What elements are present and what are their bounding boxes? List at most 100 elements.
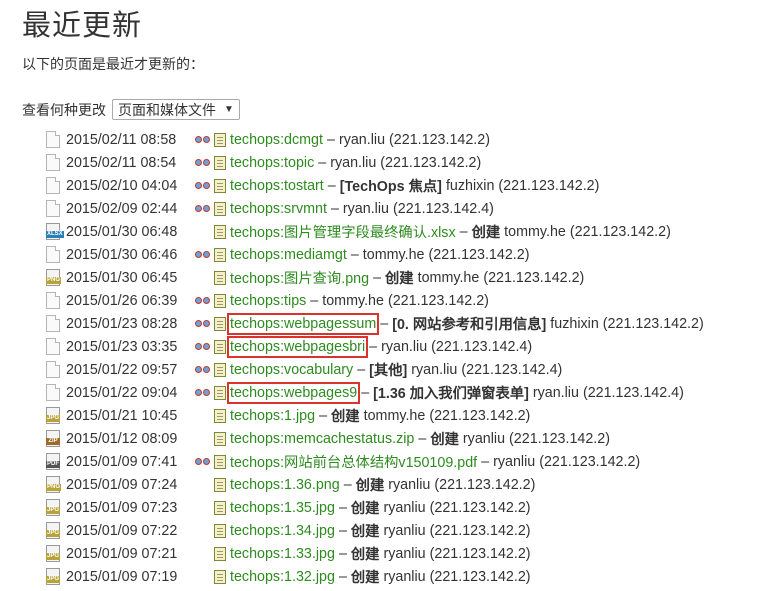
- change-type-select[interactable]: 页面和媒体文件 ▼: [112, 99, 240, 120]
- change-ip: (221.123.142.2): [483, 269, 585, 286]
- page-file-icon: [46, 131, 60, 148]
- page-link[interactable]: techops:1.jpg: [230, 408, 315, 424]
- page-link[interactable]: techops:tips: [230, 293, 306, 309]
- list-item: 2015/01/26 06:39 techops:tips – tommy.he (22…: [46, 289, 704, 312]
- revisions-icon[interactable]: [214, 224, 226, 239]
- separator: –: [361, 384, 370, 401]
- revisions-icon[interactable]: [214, 500, 226, 515]
- chevron-down-icon: ▼: [224, 104, 234, 115]
- revisions-icon[interactable]: [214, 477, 226, 492]
- list-item: JPG 2015/01/09 07:22 techops:1.34.jpg – 创建 ry…: [46, 519, 704, 542]
- change-ip: (221.123.142.2): [429, 545, 531, 562]
- revisions-icon[interactable]: [214, 385, 226, 400]
- page-link[interactable]: techops:tostart: [230, 178, 324, 194]
- list-item: ZIP 2015/01/12 08:09 techops:memcachestatu…: [46, 427, 704, 450]
- revisions-icon[interactable]: [214, 569, 226, 584]
- diff-icon[interactable]: [195, 295, 211, 307]
- diff-icon[interactable]: [195, 203, 211, 215]
- page-link[interactable]: techops:memcachestatus.zip: [230, 431, 414, 447]
- page-link[interactable]: techops:srvmnt: [230, 201, 327, 217]
- change-summary: [0. 网站参考和引用信息]: [392, 317, 547, 333]
- page-link[interactable]: techops:1.33.jpg: [230, 546, 335, 562]
- change-user: ryanliu: [388, 476, 431, 493]
- change-user: ryan.liu: [342, 200, 389, 217]
- change-summary: [TechOps 焦点]: [339, 179, 442, 195]
- diff-icon[interactable]: [195, 387, 211, 399]
- list-item: 2015/01/22 09:04 techops:webpages9– [1.36 …: [46, 381, 704, 404]
- change-ip: (221.123.142.4): [431, 338, 533, 355]
- revisions-icon[interactable]: [214, 362, 226, 377]
- change-date: 2015/02/09 02:44: [66, 200, 178, 217]
- diff-icon[interactable]: [195, 157, 211, 169]
- list-item: JPG 2015/01/09 07:19 techops:1.32.jpg – 创建 ry…: [46, 565, 704, 588]
- change-user: tommy.he: [417, 269, 480, 286]
- page-link[interactable]: techops:1.35.jpg: [230, 500, 335, 516]
- diff-icon[interactable]: [195, 180, 211, 192]
- change-summary: 创建: [471, 225, 501, 241]
- separator: –: [380, 315, 389, 332]
- page-link[interactable]: techops:dcmgt: [230, 132, 323, 148]
- page-title: 最近更新: [22, 8, 143, 42]
- page-link[interactable]: techops:1.34.jpg: [230, 523, 335, 539]
- change-ip: (221.123.142.2): [434, 476, 536, 493]
- jpg-file-icon: JPG: [46, 499, 61, 516]
- change-summary: [其他]: [369, 363, 408, 379]
- diff-icon[interactable]: [195, 456, 211, 468]
- change-date: 2015/02/11 08:58: [66, 131, 177, 148]
- page-file-icon: [46, 246, 60, 263]
- change-user: ryan.liu: [381, 338, 428, 355]
- diff-icon[interactable]: [195, 364, 211, 376]
- change-date: 2015/01/21 10:45: [66, 407, 178, 424]
- change-summary: 创建: [350, 501, 380, 517]
- list-item: PDF 2015/01/09 07:41 techops:网站前台总体结构v1501…: [46, 450, 704, 473]
- separator: –: [338, 568, 347, 585]
- separator: –: [373, 269, 382, 286]
- list-item: 2015/01/22 09:57 techops:vocabulary – [其他] r…: [46, 358, 704, 381]
- jpg-file-icon: JPG: [46, 407, 61, 424]
- change-date: 2015/01/09 07:41: [66, 453, 178, 470]
- revisions-icon[interactable]: [214, 408, 226, 423]
- revisions-icon[interactable]: [214, 270, 226, 285]
- change-summary: 创建: [385, 271, 414, 287]
- page-link[interactable]: techops:网站前台总体结构v150109.pdf: [230, 451, 477, 472]
- revisions-icon[interactable]: [214, 316, 226, 331]
- revisions-icon[interactable]: [214, 132, 226, 147]
- change-date: 2015/01/22 09:57: [66, 361, 178, 378]
- page-link[interactable]: techops:topic: [230, 155, 314, 171]
- revisions-icon[interactable]: [214, 431, 226, 446]
- page-file-icon: [46, 384, 60, 401]
- diff-icon[interactable]: [195, 249, 211, 261]
- separator: –: [418, 430, 427, 447]
- page-link[interactable]: techops:webpages9: [226, 381, 361, 404]
- list-item: 2015/02/09 02:44 techops:srvmnt – ryan.liu(…: [46, 197, 704, 220]
- revisions-icon[interactable]: [214, 155, 226, 170]
- page-link[interactable]: techops:图片管理字段最终确认.xlsx: [230, 221, 456, 242]
- page-link[interactable]: techops:webpagessum: [226, 312, 380, 335]
- separator: –: [338, 522, 347, 539]
- page-link[interactable]: techops:图片查询.png: [230, 267, 369, 288]
- page-link[interactable]: techops:mediamgt: [230, 247, 347, 263]
- revisions-icon[interactable]: [214, 201, 226, 216]
- separator: –: [319, 407, 328, 424]
- revisions-icon[interactable]: [214, 454, 226, 469]
- page-link[interactable]: techops:webpagesbri: [226, 335, 369, 358]
- change-user: tommy.he: [504, 223, 566, 240]
- change-summary: 创建: [350, 547, 380, 563]
- revisions-icon[interactable]: [214, 247, 226, 262]
- revisions-icon[interactable]: [214, 178, 226, 193]
- revisions-icon[interactable]: [214, 523, 226, 538]
- diff-icon[interactable]: [195, 134, 211, 146]
- page-link[interactable]: techops:1.32.jpg: [230, 569, 335, 585]
- revisions-icon[interactable]: [214, 339, 226, 354]
- page-link[interactable]: techops:1.36.png: [230, 477, 340, 493]
- diff-icon[interactable]: [195, 341, 211, 353]
- list-item: 2015/02/11 08:58 techops:dcmgt – ryan.liu (2…: [46, 128, 704, 151]
- change-user: tommy.he: [322, 292, 384, 309]
- revisions-icon[interactable]: [214, 293, 226, 308]
- page-link[interactable]: techops:vocabulary: [230, 362, 353, 378]
- list-item: JPG 2015/01/09 07:23 techops:1.35.jpg – 创建 ry…: [46, 496, 704, 519]
- diff-icon[interactable]: [195, 318, 211, 330]
- revisions-icon[interactable]: [214, 546, 226, 561]
- change-date: 2015/01/23 03:35: [66, 338, 178, 355]
- change-date: 2015/01/30 06:45: [66, 269, 178, 286]
